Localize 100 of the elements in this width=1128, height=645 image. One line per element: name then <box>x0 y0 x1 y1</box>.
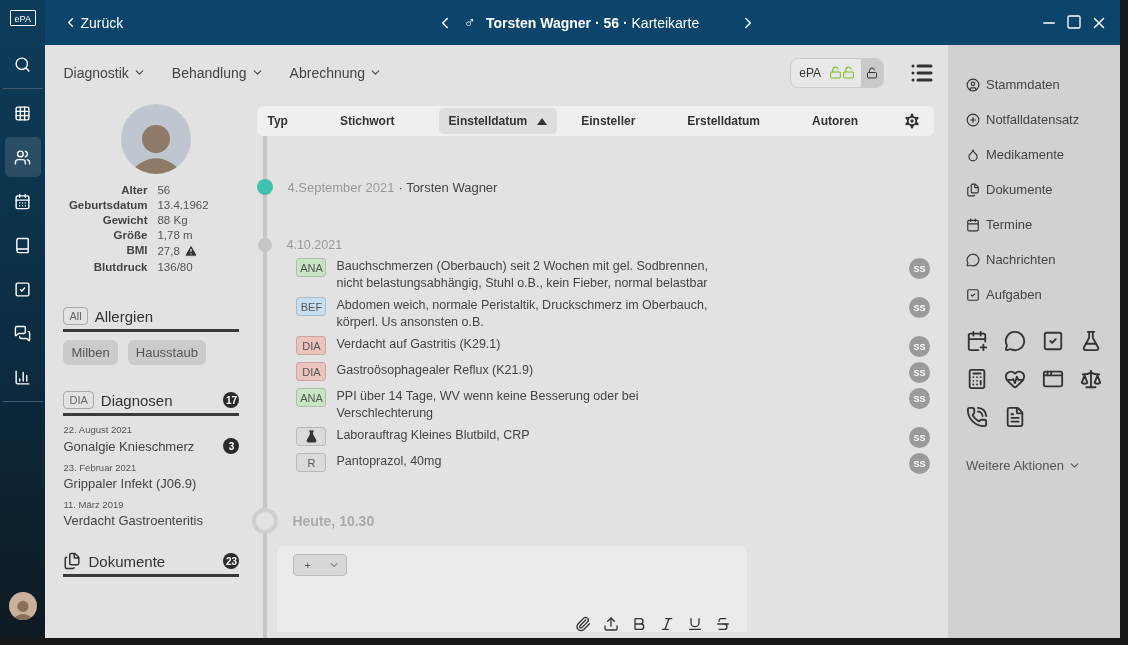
section-title: Allergien <box>94 307 154 325</box>
fact-value: 56 <box>157 184 171 196</box>
checkbox-icon[interactable] <box>1042 330 1064 352</box>
entry-text: Gastroösophagealer Reflux (K21.9) <box>336 362 535 379</box>
sidebar-link[interactable]: Aufgaben <box>966 277 1120 312</box>
count-badge: 17 <box>223 392 240 408</box>
underline-icon[interactable] <box>687 616 704 632</box>
unlock-icon <box>866 66 878 79</box>
plus-circle-icon <box>966 112 980 127</box>
add-dropdown[interactable]: + <box>293 554 348 576</box>
calculator-icon[interactable] <box>966 368 988 390</box>
scale-icon[interactable] <box>1080 368 1102 390</box>
strikethrough-icon[interactable] <box>715 616 732 632</box>
section-tag: DIA <box>63 391 94 409</box>
heart-pulse-icon[interactable] <box>1004 368 1026 390</box>
sidebar-link[interactable]: Dokumente <box>966 172 1120 207</box>
count-badge: 3 <box>223 438 240 454</box>
book-icon <box>14 236 32 254</box>
author-avatar: SS <box>909 388 930 409</box>
flask-icon[interactable] <box>1080 330 1102 352</box>
diagnosis-name[interactable]: Gonalgie Knieschmerz <box>63 438 195 454</box>
timeline-node <box>257 179 274 195</box>
drop-icon <box>966 147 980 162</box>
menu-dropdown[interactable]: Abrechnung <box>289 64 383 81</box>
diagnosis-name[interactable]: Grippaler Infekt (J06.9) <box>63 476 197 491</box>
paperclip-icon[interactable] <box>575 616 592 632</box>
entry-text: PPI über 14 Tage, WV wenn keine Besserung oder bei Verschlechterung <box>336 388 640 422</box>
unlock-icon <box>842 66 855 79</box>
author-avatar: SS <box>909 336 930 357</box>
column-header[interactable]: Stichwort <box>331 108 403 134</box>
author-avatar: SS <box>909 427 930 448</box>
document-icon[interactable] <box>1004 406 1026 428</box>
chat-icon <box>14 324 32 342</box>
fact-label: Blutdruck <box>92 261 148 273</box>
diagnosis-name[interactable]: Verdacht Gastroenteritis <box>63 513 203 528</box>
upload-icon[interactable] <box>603 616 620 632</box>
window-icon[interactable] <box>1042 368 1064 390</box>
entry-type-tag: R <box>296 453 327 472</box>
patient-title: Torsten Wagner · 56 · Karteikarte <box>486 14 700 31</box>
sidebar-link[interactable]: Nachrichten <box>966 242 1120 277</box>
timeline-node <box>258 238 273 252</box>
timeline-node <box>252 508 279 534</box>
settings-icon[interactable] <box>902 111 922 131</box>
sidebar-link[interactable]: Notfalldatensatz <box>966 102 1120 137</box>
note-editor[interactable]: + <box>277 546 748 632</box>
column-header[interactable]: Erstelldatum <box>679 108 768 134</box>
sidebar-link[interactable]: Stammdaten <box>966 67 1120 102</box>
author-avatar: SS <box>909 297 930 318</box>
flask-icon <box>304 430 318 443</box>
fact-label: Geburtsdatum <box>67 199 148 211</box>
checkbox-icon <box>14 280 32 298</box>
sidebar-link[interactable]: Termine <box>966 207 1120 242</box>
chat-icon <box>966 252 980 267</box>
user-icon <box>966 77 980 92</box>
entry-text: Bauchschmerzen (Oberbauch) seit 2 Wochen mit gel. Sodbrennen, nicht belastungsabhängig, Stuhl o.B., kein Fieber, normal belastbar <box>336 258 709 292</box>
fact-label: BMI <box>125 244 148 258</box>
epa-toggle[interactable]: ePA <box>790 57 884 88</box>
fact-label: Gewicht <box>101 214 148 226</box>
back-link[interactable]: Zurück <box>63 14 124 31</box>
menu-dropdown[interactable]: Behandlung <box>171 64 264 81</box>
phone-icon[interactable] <box>966 406 988 428</box>
unlock-icon <box>829 66 842 79</box>
column-header[interactable]: Einstelldatum <box>438 108 558 134</box>
more-actions-dropdown[interactable]: Weitere Aktionen <box>966 458 1120 473</box>
grid-icon <box>14 104 32 122</box>
nav-button[interactable] <box>4 137 41 177</box>
fact-value: 88 Kg <box>157 214 188 226</box>
fact-value: 27,8 <box>157 245 180 257</box>
chart-icon <box>14 368 32 386</box>
column-header[interactable]: Autoren <box>804 108 866 134</box>
sidebar-link[interactable]: Medikamente <box>966 137 1120 172</box>
entry-type-tag: ANA <box>296 258 327 277</box>
people-icon <box>14 148 32 166</box>
entry-type-tag: DIA <box>296 336 327 355</box>
fact-value: 13.4.1962 <box>157 199 209 211</box>
documents-icon <box>966 182 980 197</box>
author-avatar: SS <box>909 362 930 383</box>
entry-type-tag: DIA <box>296 362 327 381</box>
entry-text: Pantoprazol, 40mg <box>336 453 443 470</box>
column-header[interactable]: Typ <box>259 108 296 134</box>
today-label: Heute, 10.30 <box>292 513 375 529</box>
menu-dropdown[interactable]: Diagnostik <box>63 64 146 81</box>
diagnosis-date: 11. März 2019 <box>63 499 125 510</box>
calendar-icon <box>14 192 32 210</box>
gender-symbol: ♂ <box>464 13 477 32</box>
section-tag: All <box>63 307 88 325</box>
checkbox-icon <box>966 287 980 302</box>
allergy-chip[interactable]: Milben <box>63 340 118 365</box>
event-date: 4.September 2021 <box>287 180 395 195</box>
fact-value: 1,78 m <box>157 229 193 241</box>
speech-bubble-icon[interactable] <box>1004 330 1026 352</box>
column-header[interactable]: Einsteller <box>573 108 644 134</box>
maximize-icon[interactable] <box>1066 13 1082 30</box>
event-author: · Torsten Wagner <box>398 180 498 195</box>
allergy-chip[interactable]: Hausstaub <box>127 340 206 365</box>
calendar-plus-icon[interactable] <box>966 330 988 352</box>
section-title: Diagnosen <box>100 391 173 409</box>
diagnosis-date: 23. Februar 2021 <box>63 462 138 473</box>
diagnosis-date: 22. August 2021 <box>63 424 134 435</box>
user-avatar[interactable] <box>8 592 37 620</box>
